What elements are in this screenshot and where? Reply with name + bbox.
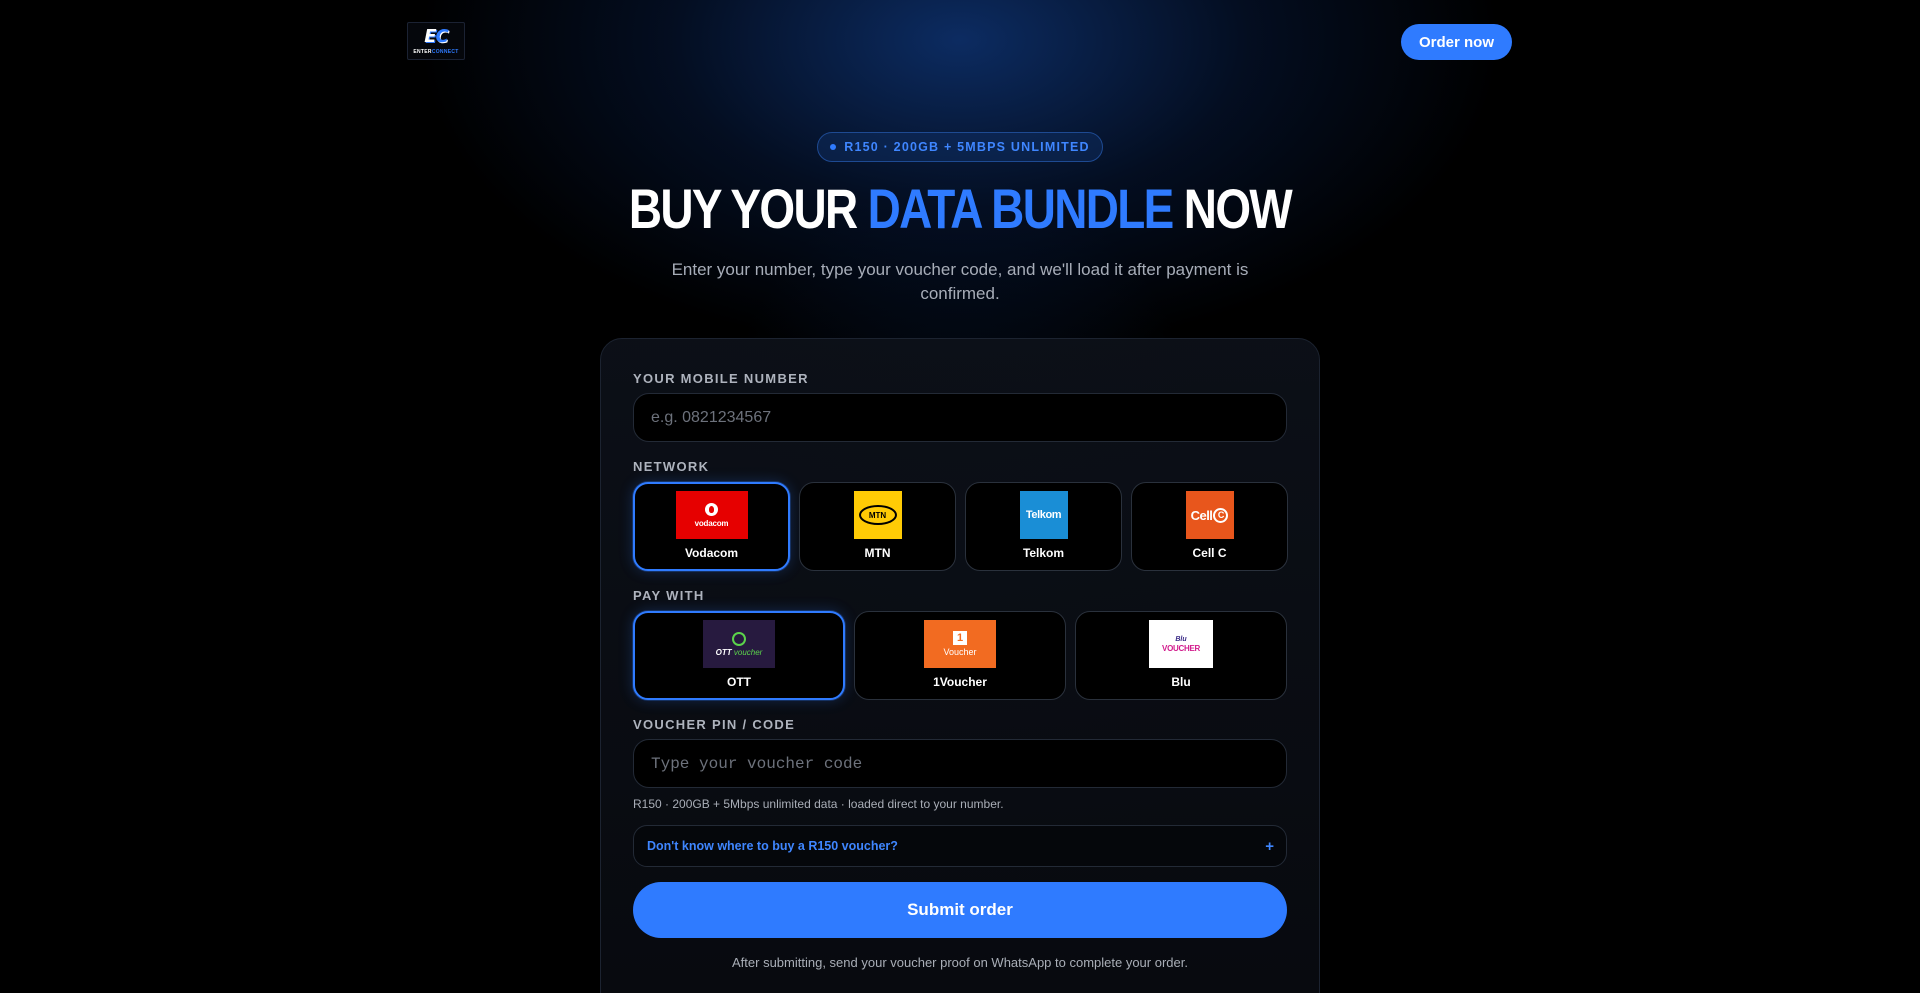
network-options: vodacom Vodacom MTN MTN Telkom Telkom Ce… bbox=[633, 482, 1288, 571]
order-now-button[interactable]: Order now bbox=[1401, 24, 1512, 60]
vodacom-logo-icon: vodacom bbox=[675, 491, 748, 539]
mtn-logo-icon: MTN bbox=[853, 491, 902, 539]
network-option-label: Vodacom bbox=[684, 546, 739, 560]
payment-option-label: 1Voucher bbox=[933, 675, 987, 689]
network-option-cell-c[interactable]: Cell C Cell C bbox=[1131, 482, 1288, 571]
page-title-accent: DATA BUNDLE bbox=[867, 177, 1175, 240]
offer-pill-text: R150 · 200GB + 5MBPS UNLIMITED bbox=[844, 140, 1090, 154]
page-subtitle: Enter your number, type your voucher cod… bbox=[671, 260, 1249, 303]
voucher-code-label: VOUCHER PIN / CODE bbox=[633, 717, 796, 732]
payment-option-label: OTT bbox=[727, 675, 751, 689]
mobile-number-placeholder: e.g. 0821234567 bbox=[651, 408, 772, 426]
voucher-code-placeholder: Type your voucher code bbox=[651, 754, 863, 773]
network-option-vodacom[interactable]: vodacom Vodacom bbox=[633, 482, 790, 571]
pill-dot-icon bbox=[830, 144, 837, 150]
1voucher-logo-icon: 1 Voucher bbox=[924, 620, 996, 668]
network-label: NETWORK bbox=[633, 459, 710, 474]
payment-option-ott[interactable]: OTT voucher OTT bbox=[633, 611, 845, 700]
voucher-faq-toggle[interactable]: Don't know where to buy a R150 voucher? … bbox=[633, 825, 1287, 867]
mobile-number-label: YOUR MOBILE NUMBER bbox=[633, 371, 809, 386]
cell-c-logo-icon: Cell C bbox=[1185, 491, 1234, 539]
order-form-card: YOUR MOBILE NUMBER e.g. 0821234567 NETWO… bbox=[600, 338, 1320, 993]
page: EC ENTERCONNECT Order now R150 · 200GB +… bbox=[0, 0, 1920, 993]
brand-logo[interactable]: EC ENTERCONNECT bbox=[407, 22, 465, 60]
logo-wordmark: ENTERCONNECT bbox=[413, 48, 459, 55]
whatsapp-footnote: After submitting, send your voucher proo… bbox=[732, 955, 1188, 970]
offer-pill: R150 · 200GB + 5MBPS UNLIMITED bbox=[817, 132, 1103, 162]
payment-option-1voucher[interactable]: 1 Voucher 1Voucher bbox=[854, 611, 1066, 700]
plus-icon: + bbox=[1265, 837, 1274, 855]
payment-option-blu[interactable]: Blu VOUCHER Blu bbox=[1075, 611, 1287, 700]
telkom-logo-icon: Telkom bbox=[1019, 491, 1068, 539]
payment-options: OTT voucher OTT 1 Voucher 1Voucher Blu V… bbox=[633, 611, 1287, 700]
blu-logo-icon: Blu VOUCHER bbox=[1149, 620, 1213, 668]
logo-mark: EC bbox=[424, 25, 449, 47]
voucher-code-input[interactable]: Type your voucher code bbox=[633, 739, 1287, 788]
pay-with-label: PAY WITH bbox=[633, 588, 705, 603]
submit-order-button[interactable]: Submit order bbox=[633, 882, 1287, 938]
mobile-number-input[interactable]: e.g. 0821234567 bbox=[633, 393, 1287, 442]
network-option-label: Cell C bbox=[1192, 546, 1227, 560]
payment-option-label: Blu bbox=[1171, 675, 1191, 689]
bundle-note: R150 · 200GB + 5Mbps unlimited data · lo… bbox=[633, 797, 1004, 811]
network-option-label: MTN bbox=[864, 546, 891, 560]
faq-question: Don't know where to buy a R150 voucher? bbox=[647, 839, 898, 853]
network-option-mtn[interactable]: MTN MTN bbox=[799, 482, 956, 571]
network-option-label: Telkom bbox=[1022, 546, 1065, 560]
ott-logo-icon: OTT voucher bbox=[703, 620, 775, 668]
page-title: BUY YOUR DATA BUNDLE NOW bbox=[628, 177, 1293, 240]
network-option-telkom[interactable]: Telkom Telkom bbox=[965, 482, 1122, 571]
